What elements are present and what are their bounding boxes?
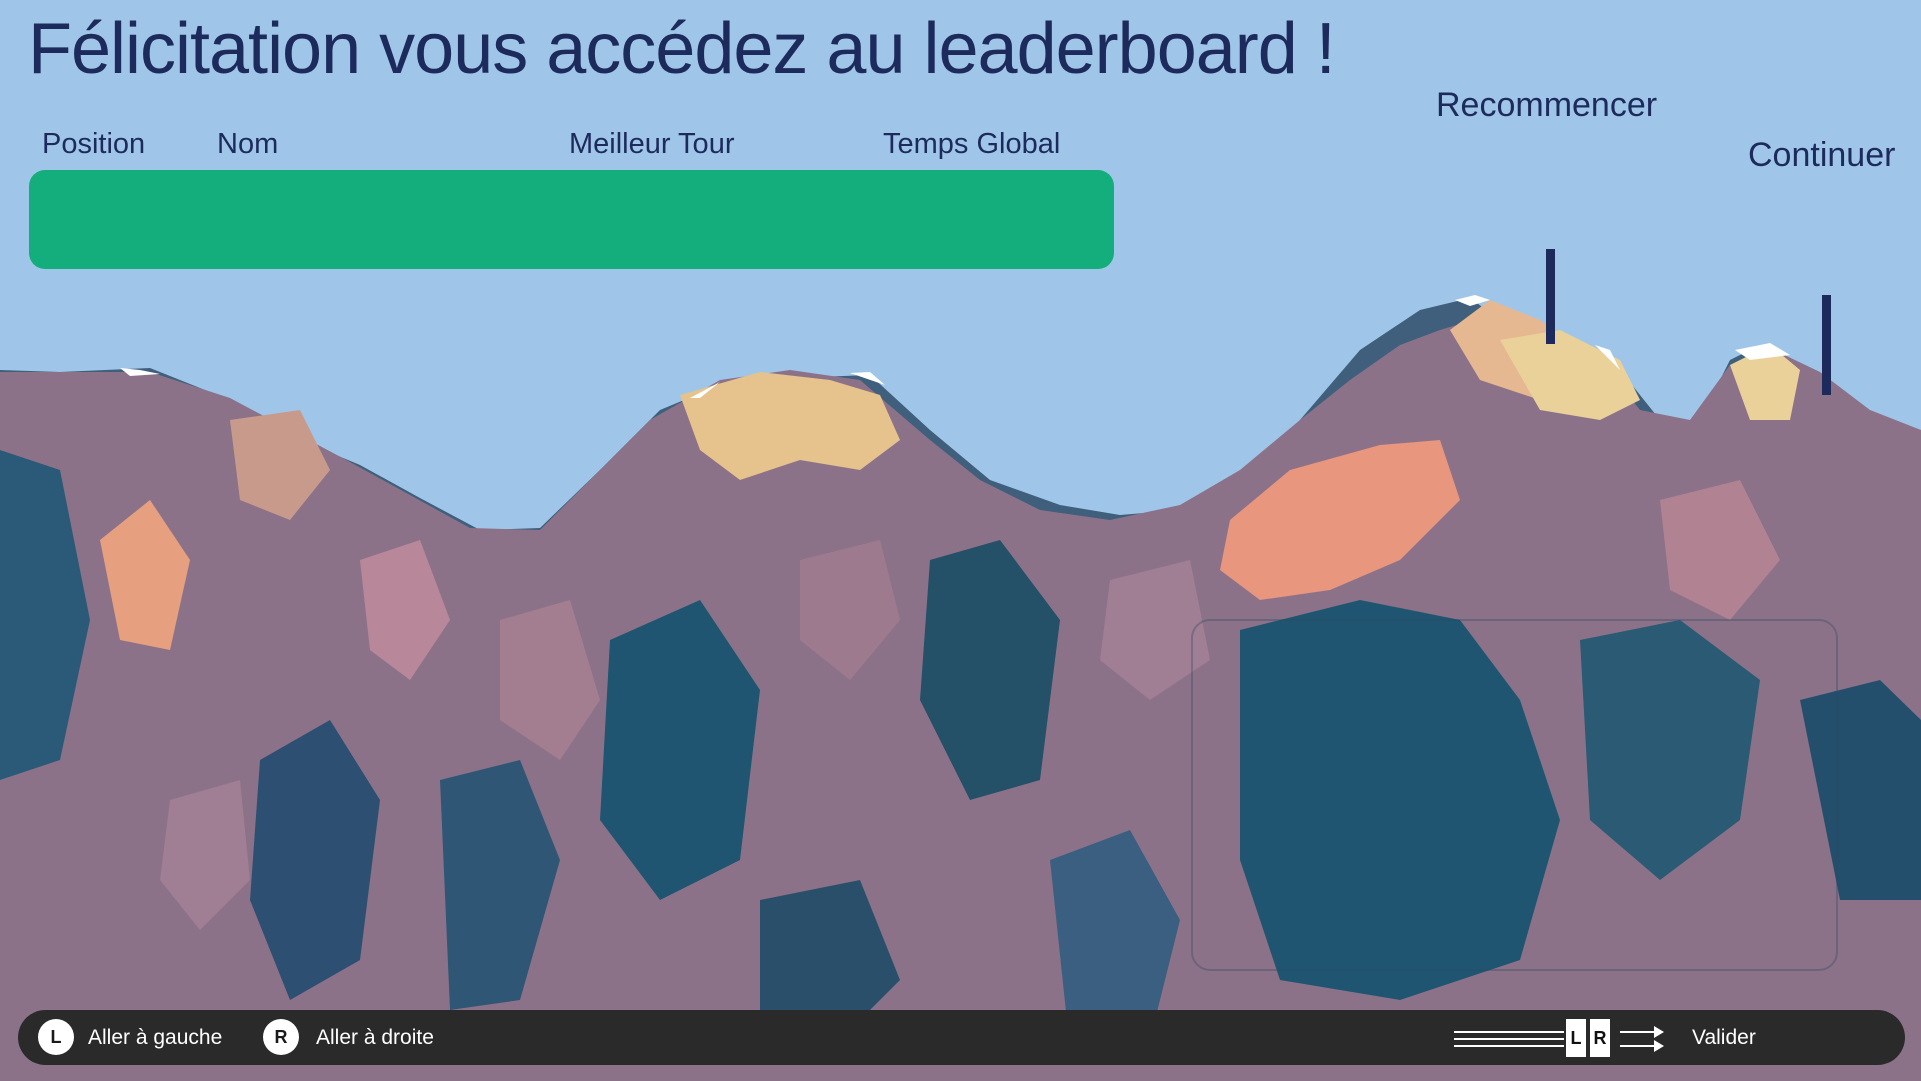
- continue-flag-pole: [1822, 295, 1831, 395]
- column-header-best-lap: Meilleur Tour: [569, 128, 735, 160]
- move-right-hint: Aller à droite: [316, 1026, 434, 1049]
- page-title: Félicitation vous accédez au leaderboard…: [28, 9, 1336, 89]
- lines-left-icon: [1454, 1031, 1564, 1047]
- combo-left-key-icon: L: [1566, 1019, 1586, 1057]
- move-left-hint: Aller à gauche: [88, 1026, 223, 1049]
- combo-right-key-icon: R: [1590, 1019, 1610, 1057]
- restart-flag-pole: [1546, 249, 1555, 344]
- mountain-background: [0, 0, 1921, 1081]
- column-header-total-time: Temps Global: [883, 128, 1061, 160]
- confirm-hint: Valider: [1692, 1026, 1756, 1049]
- restart-button[interactable]: Recommencer: [1436, 86, 1657, 125]
- continue-button[interactable]: Continuer: [1748, 136, 1895, 175]
- column-header-position: Position: [42, 128, 146, 160]
- arrow-right-icon: [1620, 1026, 1664, 1052]
- right-key-icon: R: [263, 1019, 299, 1055]
- leaderboard-highlight-row: [29, 170, 1114, 269]
- column-header-name: Nom: [217, 128, 279, 160]
- left-key-icon: L: [38, 1019, 74, 1055]
